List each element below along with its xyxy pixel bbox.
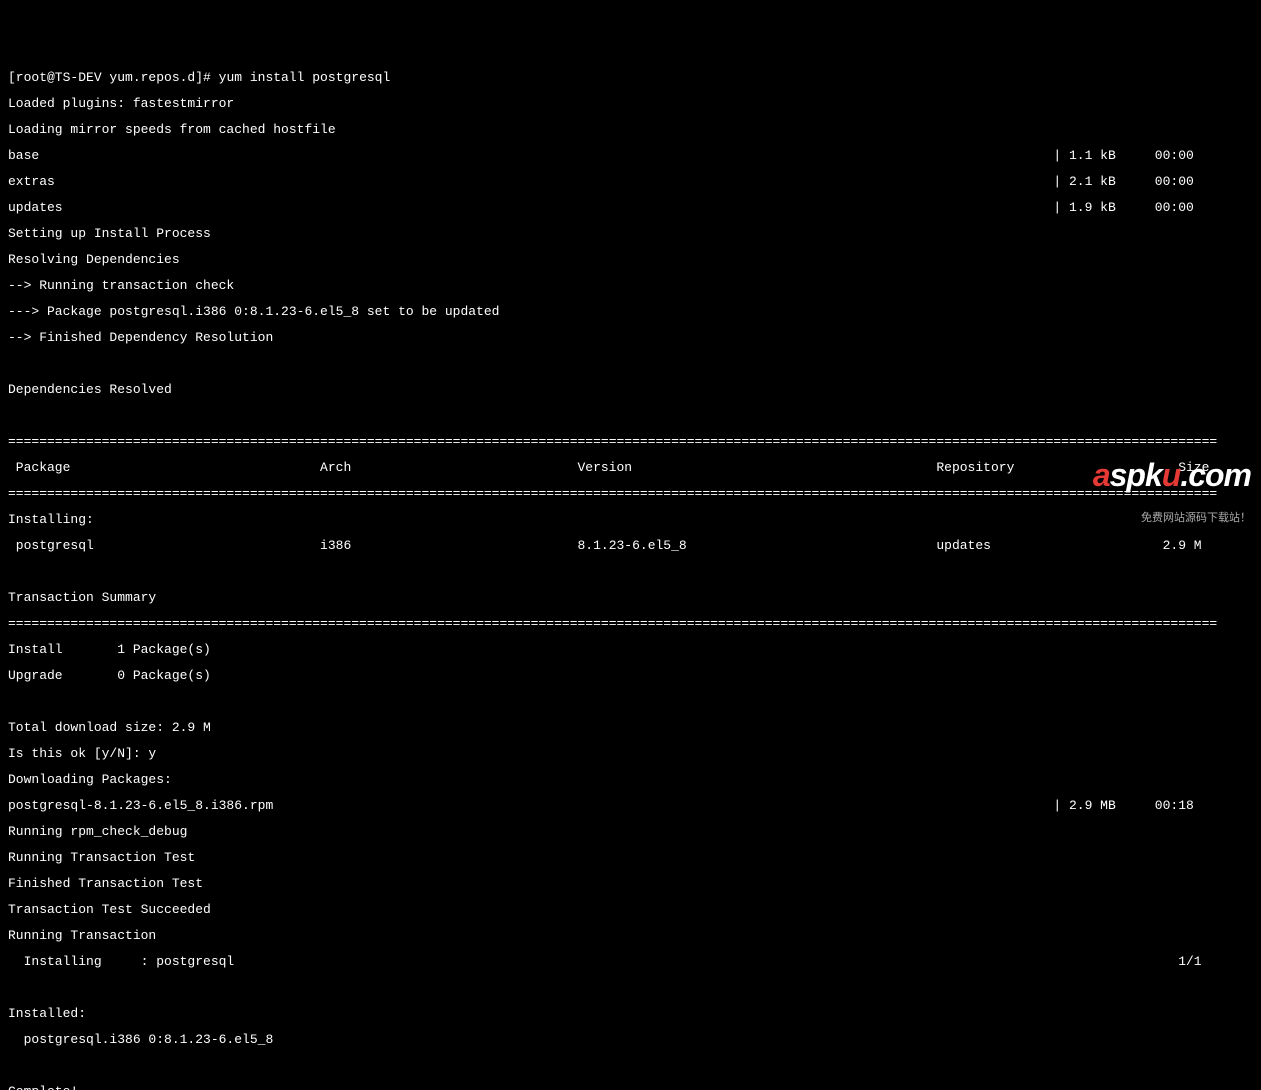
blank-line (8, 357, 1253, 370)
repo-line: base | 1.1 kB 00:00 (8, 149, 1253, 162)
summary-line: Install 1 Package(s) (8, 643, 1253, 656)
prompt-line-1: [root@TS-DEV yum.repos.d]# yum install p… (8, 71, 1253, 84)
blank-line (8, 565, 1253, 578)
output-line: Complete! (8, 1085, 1253, 1090)
output-line: --> Finished Dependency Resolution (8, 331, 1253, 344)
output-line: Dependencies Resolved (8, 383, 1253, 396)
repo-line: extras | 2.1 kB 00:00 (8, 175, 1253, 188)
section-header: Transaction Summary (8, 591, 1253, 604)
typed-command: yum install postgresql (219, 71, 391, 84)
output-line: Downloading Packages: (8, 773, 1253, 786)
table-row: postgresql i386 8.1.23-6.el5_8 updates 2… (8, 539, 1253, 552)
divider: ========================================… (8, 487, 1253, 500)
blank-line (8, 1059, 1253, 1072)
summary-line: Upgrade 0 Package(s) (8, 669, 1253, 682)
table-header: Package Arch Version Repository Size (8, 461, 1253, 474)
output-line: Setting up Install Process (8, 227, 1253, 240)
divider: ========================================… (8, 435, 1253, 448)
output-line: ---> Package postgresql.i386 0:8.1.23-6.… (8, 305, 1253, 318)
shell-prompt: [root@TS-DEV yum.repos.d]# (8, 71, 219, 84)
output-line: Running Transaction (8, 929, 1253, 942)
output-line: Finished Transaction Test (8, 877, 1253, 890)
watermark-subtext: 免费网站源码下载站！ (1093, 513, 1251, 524)
output-line: Running Transaction Test (8, 851, 1253, 864)
output-line: Running rpm_check_debug (8, 825, 1253, 838)
output-line: Total download size: 2.9 M (8, 721, 1253, 734)
output-line: Loaded plugins: fastestmirror (8, 97, 1253, 110)
terminal-output[interactable]: [root@TS-DEV yum.repos.d]# yum install p… (0, 52, 1261, 1090)
output-line: --> Running transaction check (8, 279, 1253, 292)
watermark-text: aspku.com (1093, 459, 1251, 491)
watermark-logo: aspku.com 免费网站源码下载站！ (1093, 433, 1251, 537)
output-line: Transaction Test Succeeded (8, 903, 1253, 916)
confirm-prompt: Is this ok [y/N]: y (8, 747, 1253, 760)
blank-line (8, 981, 1253, 994)
repo-line: updates | 1.9 kB 00:00 (8, 201, 1253, 214)
output-line: Resolving Dependencies (8, 253, 1253, 266)
section-header: Installing: (8, 513, 1253, 526)
divider: ========================================… (8, 617, 1253, 630)
blank-line (8, 409, 1253, 422)
output-line: postgresql.i386 0:8.1.23-6.el5_8 (8, 1033, 1253, 1046)
output-line: Loading mirror speeds from cached hostfi… (8, 123, 1253, 136)
section-header: Installed: (8, 1007, 1253, 1020)
blank-line (8, 695, 1253, 708)
install-progress: Installing : postgresql 1/1 (8, 955, 1253, 968)
download-line: postgresql-8.1.23-6.el5_8.i386.rpm | 2.9… (8, 799, 1253, 812)
